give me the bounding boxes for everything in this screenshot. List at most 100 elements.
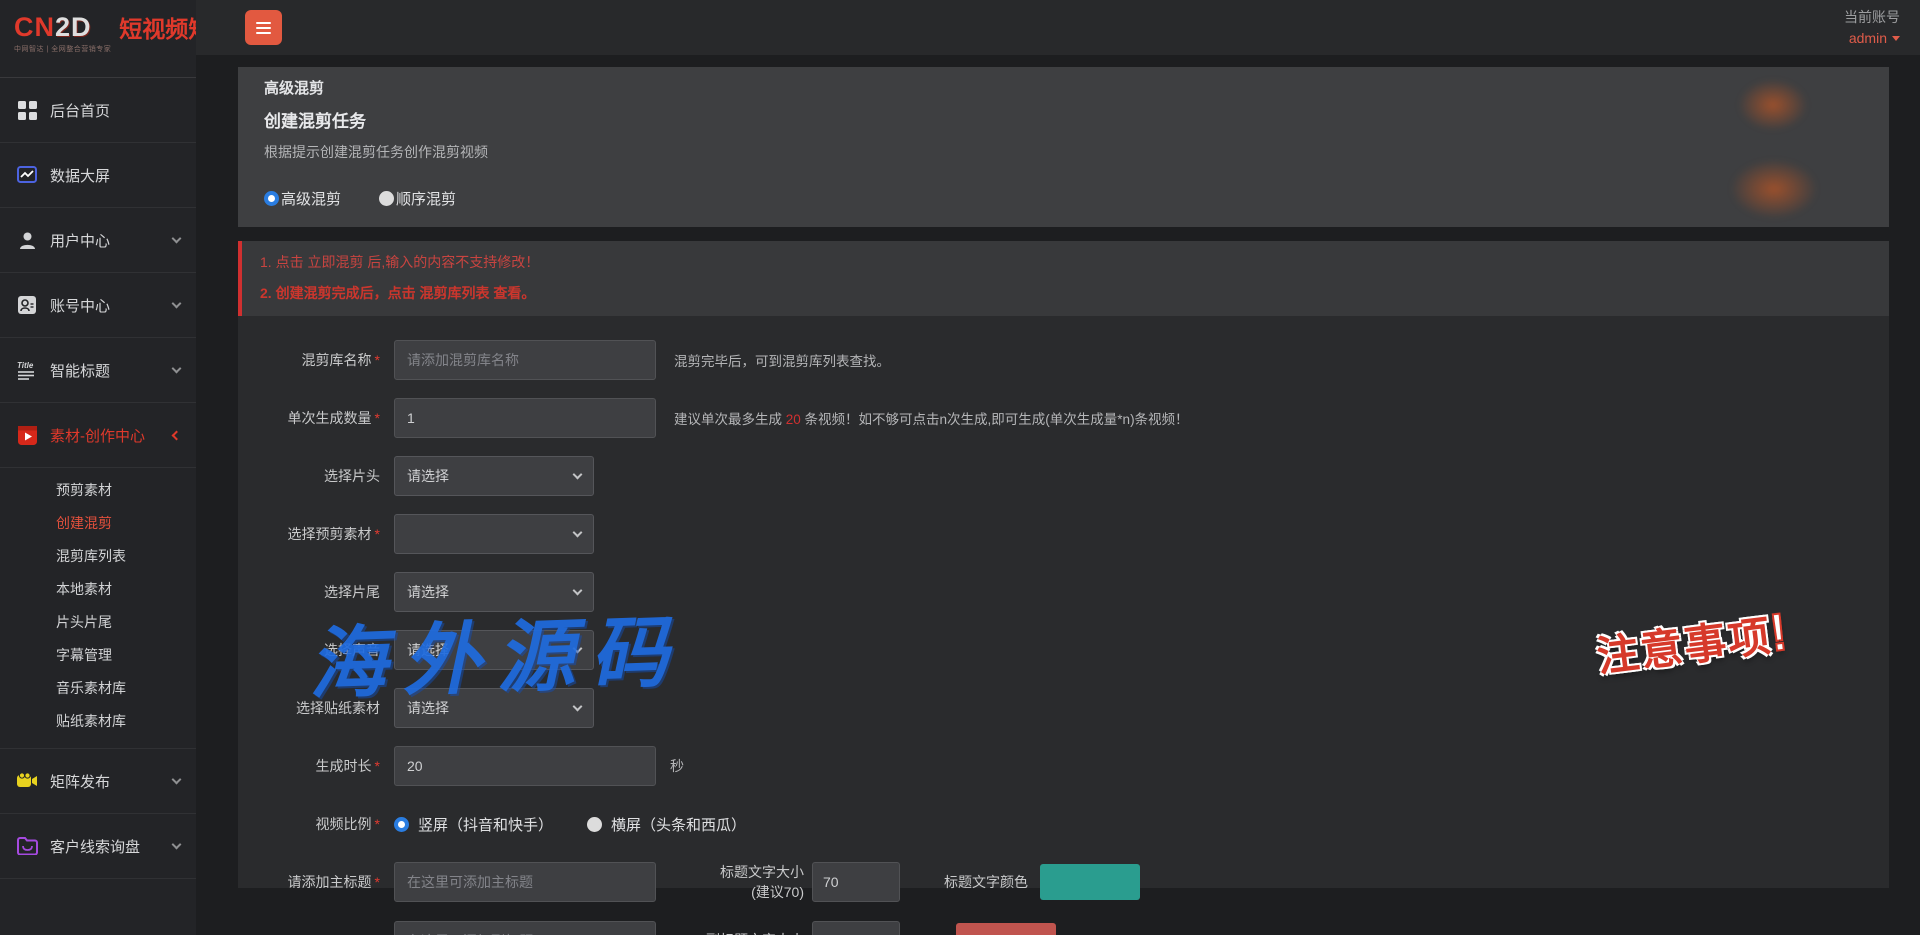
sidebar-subitem-precut-material[interactable]: 预剪素材: [0, 474, 196, 507]
account-label: 当前账号: [1844, 7, 1900, 28]
form-row-library-name: 混剪库名称* 混剪完毕后，可到混剪库列表查找。: [238, 340, 1889, 380]
field-label: 请添加主标题*: [238, 873, 380, 891]
title-lines-icon: Title: [16, 359, 38, 381]
generate-count-input[interactable]: [394, 398, 656, 438]
subtitle-input[interactable]: [394, 921, 656, 935]
mix-mode-radio-group: 高级混剪 顺序混剪: [264, 188, 1863, 209]
section-title: 高级混剪: [264, 77, 1863, 98]
menu-toggle-button[interactable]: [245, 10, 282, 45]
sidebar-item-matrix-publish[interactable]: 矩阵发布: [0, 749, 196, 814]
main-title-input[interactable]: [394, 862, 656, 902]
required-asterisk: *: [375, 758, 380, 774]
decor-blob: [1738, 79, 1808, 131]
page-title: 创建混剪任务: [264, 107, 1863, 132]
form-row-sub-title: 副标题文字大小: [238, 921, 1889, 935]
folder-icon: [16, 835, 38, 857]
topbar: 当前账号 admin: [196, 0, 1920, 55]
radio-vertical-screen[interactable]: 竖屏（抖音和快手）: [394, 814, 553, 835]
subtitle-color-swatch[interactable]: [956, 923, 1056, 935]
sidebar-subitem-music-library[interactable]: 音乐素材库: [0, 672, 196, 705]
logo[interactable]: CN2D 中网智达 | 全网整合营销专家 短视频矩: [0, 0, 196, 78]
mix-library-list-link[interactable]: 混剪库列表: [419, 285, 489, 301]
chevron-down-icon: [573, 528, 583, 538]
chevron-down-icon: [172, 298, 182, 308]
chevron-down-icon: [172, 839, 182, 849]
title-font-size-input[interactable]: [812, 862, 900, 902]
subtitle-font-size-input[interactable]: [812, 921, 900, 935]
logo-brand: CN2D: [14, 12, 111, 42]
radio-checked-icon: [264, 191, 279, 206]
duration-input[interactable]: [394, 746, 656, 786]
sidebar-item-material-center[interactable]: 素材-创作中心: [0, 403, 196, 468]
content: 高级混剪 创建混剪任务 根据提示创建混剪任务创作混剪视频 高级混剪 顺序混剪 1…: [238, 67, 1889, 935]
page-subtitle: 根据提示创建混剪任务创作混剪视频: [264, 142, 1863, 162]
field-hint: 混剪完毕后，可到混剪库列表查找。: [674, 350, 890, 370]
warning-line-1: 1. 点击 立即混剪 后,输入的内容不支持修改！: [260, 252, 1871, 272]
sidebar-item-dashboard[interactable]: 后台首页: [0, 78, 196, 143]
warning-text: 查看。: [489, 285, 535, 301]
sidebar-subitem-subtitle-management[interactable]: 字幕管理: [0, 639, 196, 672]
sidebar-subitem-local-material[interactable]: 本地素材: [0, 573, 196, 606]
chevron-down-icon: [172, 363, 182, 373]
title-size-label: 标题文字大小(建议70): [704, 862, 804, 903]
radio-advanced-mix[interactable]: 高级混剪: [264, 188, 341, 209]
form-row-duration: 生成时长* 秒: [238, 746, 1889, 786]
logo-brand-2d: 2D: [55, 12, 92, 42]
sidebar-subitem-mix-library-list[interactable]: 混剪库列表: [0, 540, 196, 573]
sidebar-item-label: 客户线索询盘: [50, 836, 173, 857]
intro-select[interactable]: 请选择: [394, 456, 594, 496]
chevron-down-icon: [172, 233, 182, 243]
create-mix-form: 混剪库名称* 混剪完毕后，可到混剪库列表查找。 单次生成数量* 建议单次最多生成…: [238, 316, 1889, 888]
sidebar-item-label: 素材-创作中心: [50, 425, 173, 446]
sidebar-item-label: 矩阵发布: [50, 771, 173, 792]
logo-brand-cn: CN: [14, 12, 55, 42]
form-row-ratio: 视频比例* 竖屏（抖音和快手） 横屏（头条和西瓜）: [238, 804, 1889, 844]
sidebar-item-account-center[interactable]: 账号中心: [0, 273, 196, 338]
required-asterisk: *: [375, 352, 380, 368]
sidebar-subitem-create-mix[interactable]: 创建混剪: [0, 507, 196, 540]
form-row-sound: 选择声音 请选择: [238, 630, 1889, 670]
video-camera-icon: [16, 770, 38, 792]
sidebar-item-user-center[interactable]: 用户中心: [0, 208, 196, 273]
sticker-material-select[interactable]: 请选择: [394, 688, 594, 728]
chevron-down-icon: [573, 644, 583, 654]
sidebar-subitem-sticker-library[interactable]: 贴纸素材库: [0, 705, 196, 738]
precut-material-select[interactable]: [394, 514, 594, 554]
sidebar-item-smart-title[interactable]: Title 智能标题: [0, 338, 196, 403]
chevron-down-icon: [172, 774, 182, 784]
sidebar-subitem-intro-outro[interactable]: 片头片尾: [0, 606, 196, 639]
title-color-swatch[interactable]: [1040, 864, 1140, 900]
required-asterisk: *: [375, 410, 380, 426]
duration-unit: 秒: [670, 756, 684, 776]
required-asterisk: *: [375, 526, 380, 542]
chevron-down-icon: [573, 702, 583, 712]
account-block: 当前账号 admin: [1844, 7, 1900, 49]
sidebar-item-label: 数据大屏: [50, 165, 180, 186]
radio-sequential-mix[interactable]: 顺序混剪: [379, 188, 456, 209]
subtitle-size-label: 副标题文字大小: [704, 930, 804, 935]
sidebar-item-customer-leads[interactable]: 客户线索询盘: [0, 814, 196, 879]
form-row-precut-material: 选择预剪素材*: [238, 514, 1889, 554]
required-asterisk: *: [375, 816, 380, 832]
sidebar: CN2D 中网智达 | 全网整合营销专家 短视频矩 后台首页 数据大屏: [0, 0, 196, 935]
logo-title: 短视频矩: [119, 14, 196, 44]
mix-library-name-input[interactable]: [394, 340, 656, 380]
field-label: 单次生成数量*: [238, 409, 380, 427]
radio-unchecked-icon: [379, 191, 394, 206]
form-row-intro: 选择片头 请选择: [238, 456, 1889, 496]
outro-select[interactable]: 请选择: [394, 572, 594, 612]
material-center-submenu: 预剪素材 创建混剪 混剪库列表 本地素材 片头片尾 字幕管理 音乐素材库 贴纸素…: [0, 468, 196, 749]
radio-unchecked-icon: [587, 817, 602, 832]
field-label: 视频比例*: [238, 815, 380, 833]
warning-banner: 1. 点击 立即混剪 后,输入的内容不支持修改！ 2. 创建混剪完成后，点击 混…: [238, 241, 1889, 316]
account-dropdown[interactable]: admin: [1844, 28, 1900, 49]
field-label: 选择片尾: [238, 583, 380, 601]
radio-horizontal-screen[interactable]: 横屏（头条和西瓜）: [587, 814, 746, 835]
warning-line-2: 2. 创建混剪完成后，点击 混剪库列表 查看。: [260, 283, 1871, 303]
sidebar-item-data-screen[interactable]: 数据大屏: [0, 143, 196, 208]
field-hint: 建议单次最多生成 20 条视频！如不够可点击n次生成,即可生成(单次生成量*n)…: [674, 408, 1189, 428]
field-label: 选择预剪素材*: [238, 525, 380, 543]
radio-label: 竖屏（抖音和快手）: [418, 814, 553, 835]
radio-checked-icon: [394, 817, 409, 832]
sound-select[interactable]: 请选择: [394, 630, 594, 670]
